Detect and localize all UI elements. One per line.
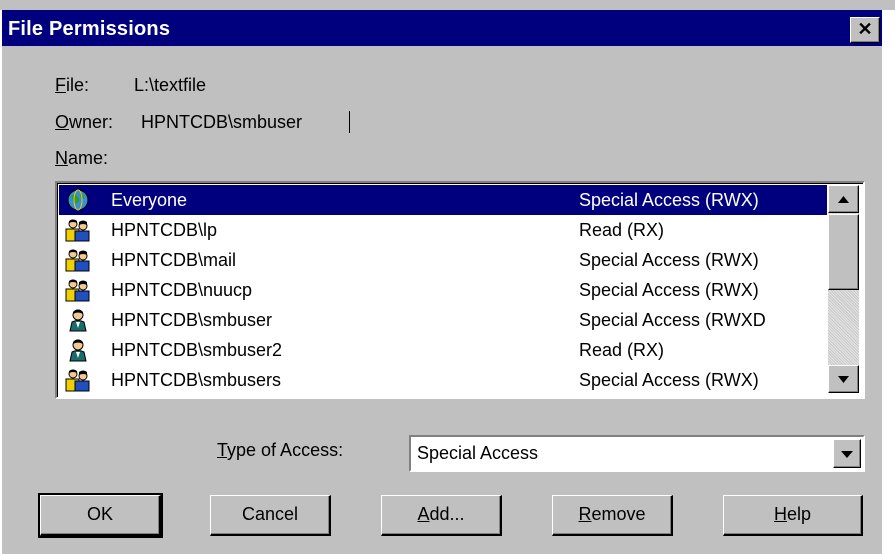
user-icon [65, 308, 91, 332]
owner-value: HPNTCDB\smbuser [141, 112, 303, 132]
help-button[interactable]: Help [723, 495, 863, 536]
list-item-name: HPNTCDB\lp [111, 220, 218, 240]
add-button-label: Add... [417, 504, 465, 524]
remove-button-label: Remove [578, 504, 646, 524]
type-of-access-label: Type of Access: [217, 440, 344, 460]
arrow-down-icon [838, 376, 849, 383]
list-item[interactable]: HPNTCDB\smbuser Special Access (RWXD [59, 305, 827, 335]
list-item[interactable]: Everyone Special Access (RWX) [59, 185, 827, 215]
globe-icon [65, 188, 91, 212]
list-item[interactable]: HPNTCDB\smbusers Special Access (RWX) [59, 365, 827, 395]
list-item-access: Special Access (RWX) [579, 190, 759, 210]
type-of-access-value: Special Access [417, 443, 539, 463]
arrow-up-icon [838, 196, 849, 203]
add-button[interactable]: Add... [381, 495, 502, 536]
window-left-edge [0, 10, 2, 554]
name-label: Name: [55, 148, 109, 168]
window-title: File Permissions [8, 18, 171, 40]
group-icon [65, 248, 91, 272]
cancel-button-label: Cancel [241, 504, 299, 524]
list-item-name: HPNTCDB\smbuser2 [111, 340, 283, 360]
type-of-access-dropdown[interactable]: Special Access [409, 435, 865, 472]
scroll-up-button[interactable] [828, 185, 859, 213]
desktop-strip [0, 0, 895, 10]
close-icon: ✕ [857, 19, 873, 39]
window-right-edge [882, 10, 895, 554]
title-bar[interactable]: File Permissions ✕ [2, 10, 882, 46]
file-label: File: [55, 75, 90, 95]
list-item-access: Special Access (RWX) [579, 370, 759, 390]
text-cursor [349, 111, 350, 133]
list-item-access: Read (RX) [579, 220, 665, 240]
cancel-button[interactable]: Cancel [210, 495, 331, 536]
list-item-name: HPNTCDB\smbuser [111, 310, 273, 330]
remove-button[interactable]: Remove [552, 495, 673, 536]
list-item-access: Special Access (RWX) [579, 280, 759, 300]
list-item-access: Special Access (RWXD [579, 310, 766, 330]
scroll-down-button[interactable] [828, 365, 859, 393]
list-item-name: HPNTCDB\mail [111, 250, 237, 270]
group-icon [65, 368, 91, 392]
list-item[interactable]: HPNTCDB\mail Special Access (RWX) [59, 245, 827, 275]
list-item-name: Everyone [111, 190, 188, 210]
close-button[interactable]: ✕ [850, 17, 880, 43]
list-item-access: Read (RX) [579, 340, 665, 360]
list-item-name: HPNTCDB\smbusers [111, 370, 282, 390]
list-item[interactable]: HPNTCDB\nuucp Special Access (RWX) [59, 275, 827, 305]
group-icon [65, 218, 91, 242]
list-item[interactable]: HPNTCDB\smbuser2 Read (RX) [59, 335, 827, 365]
file-path: L:\textfile [134, 75, 207, 95]
ok-button-label: OK [86, 504, 113, 524]
help-button-label: Help [773, 504, 812, 524]
list-item-name: HPNTCDB\nuucp [111, 280, 253, 300]
chevron-down-icon [841, 451, 853, 458]
ok-button[interactable]: OK [38, 493, 163, 538]
owner-label: Owner: [55, 112, 114, 132]
vertical-scrollbar[interactable] [828, 185, 859, 393]
list-item-access: Special Access (RWX) [579, 250, 759, 270]
list-item[interactable]: HPNTCDB\lp Read (RX) [59, 215, 827, 245]
dropdown-button[interactable] [833, 439, 861, 468]
permissions-list[interactable]: Everyone Special Access (RWX) HPNTCDB\lp Re… [55, 181, 865, 399]
group-icon [65, 278, 91, 302]
scroll-thumb[interactable] [828, 214, 859, 290]
user-icon [65, 338, 91, 362]
